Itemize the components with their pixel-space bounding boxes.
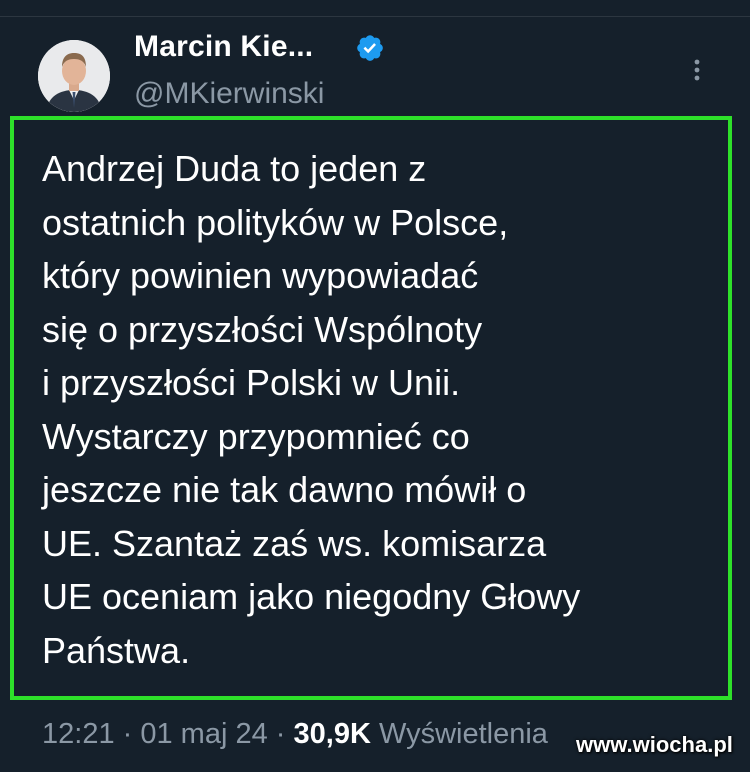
- views-count: 30,9K: [293, 718, 371, 750]
- verified-badge-icon: [357, 35, 383, 61]
- avatar[interactable]: [38, 40, 110, 112]
- watermark: www.wiocha.pl: [576, 732, 733, 757]
- author-name[interactable]: Marcin Kie...: [134, 30, 313, 64]
- tweet-date[interactable]: 01 maj 24: [140, 718, 267, 750]
- author-handle[interactable]: @MKierwinski: [134, 77, 324, 111]
- tweet-metadata: 12:21 · 01 maj 24 · 30,9K Wyświetlenia: [42, 718, 548, 751]
- tweet-text-highlight: Andrzej Duda to jeden z ostatnich polity…: [10, 116, 732, 700]
- meta-separator: ·: [267, 718, 294, 750]
- top-divider: [0, 16, 750, 17]
- views-label: Wyświetlenia: [378, 718, 548, 750]
- avatar-image: [38, 40, 110, 112]
- tweet-time[interactable]: 12:21: [42, 718, 115, 750]
- tweet-text: Andrzej Duda to jeden z ostatnich polity…: [42, 148, 581, 671]
- meta-separator: ·: [114, 718, 141, 750]
- more-vertical-icon[interactable]: [686, 56, 708, 84]
